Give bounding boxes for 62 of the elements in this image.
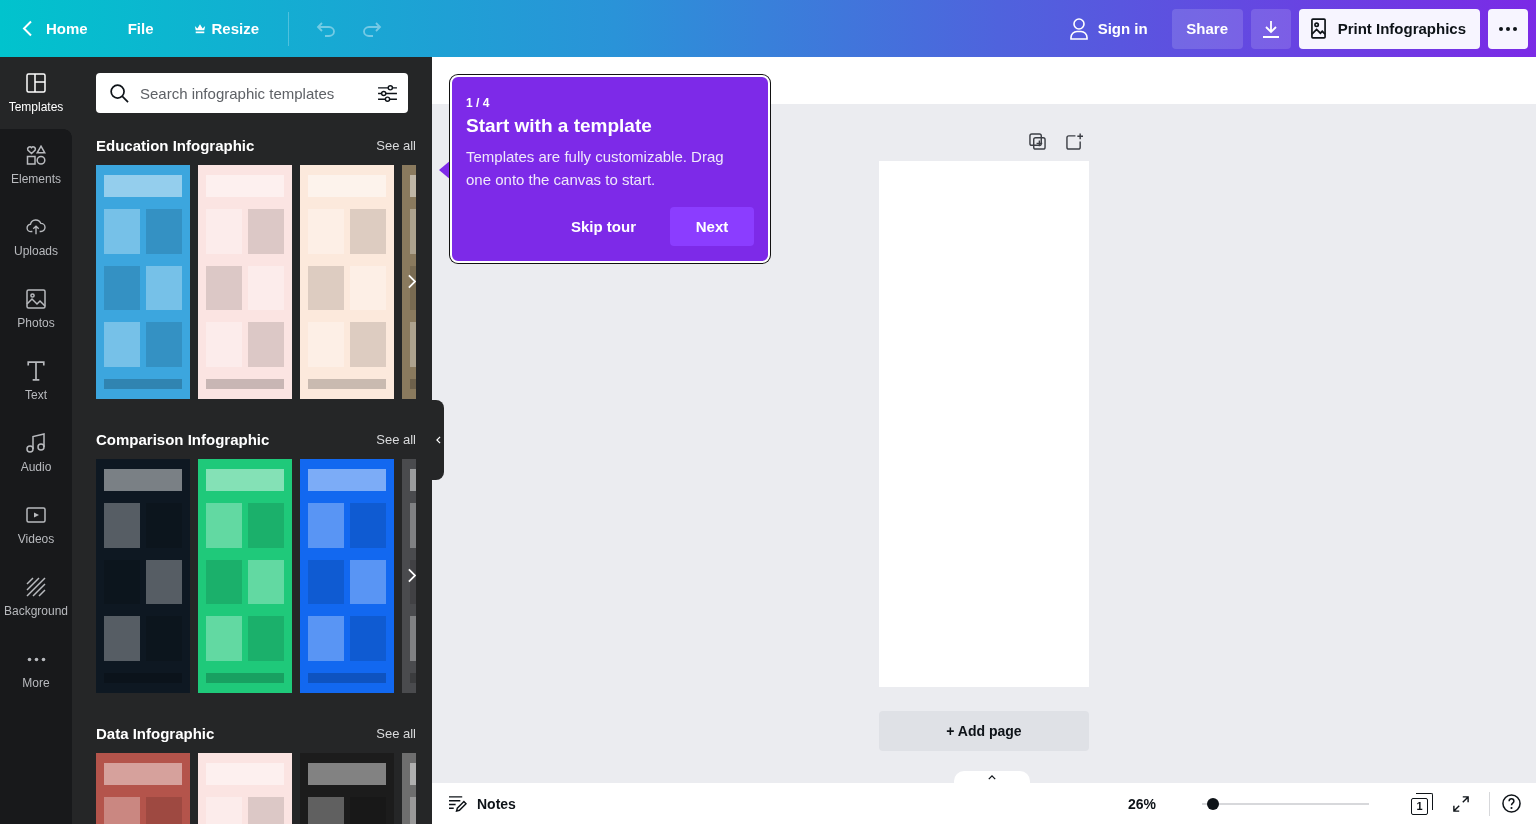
shapes-icon (26, 144, 46, 165)
slider-thumb[interactable] (1207, 797, 1219, 810)
tour-text: Templates are fully customizable. Drag one onto the canvas to start. (466, 147, 725, 190)
see-all-link[interactable]: See all (376, 431, 416, 447)
duplicate-icon[interactable] (1029, 133, 1046, 150)
section-title: Comparison Infographic (96, 430, 270, 448)
search-icon (110, 83, 129, 103)
share-button[interactable]: Share (1171, 8, 1243, 49)
tour-step: 1 / 4 (466, 95, 754, 111)
more-button[interactable] (1488, 8, 1528, 49)
add-page-button[interactable]: + Add page (879, 711, 1089, 751)
sidebar-item[interactable]: More (0, 633, 72, 705)
text-icon (26, 360, 46, 381)
see-all-link[interactable]: See all (376, 725, 416, 741)
stripes-icon (26, 576, 46, 597)
sidebar-item[interactable]: Text (0, 345, 72, 417)
download-icon (1261, 19, 1280, 38)
tour-title: Start with a template (466, 114, 653, 138)
sign-in-button[interactable]: Sign in (1057, 8, 1160, 49)
chevron-right-icon[interactable] (408, 568, 416, 583)
notes-icon (448, 795, 467, 812)
search-input[interactable]: Search infographic templates (140, 81, 367, 105)
image-icon (1310, 18, 1326, 39)
fullscreen-icon[interactable] (1453, 795, 1469, 812)
more-icon (1499, 26, 1517, 31)
see-all-link[interactable]: See all (376, 137, 416, 153)
music-note-icon (26, 432, 46, 453)
section-title: Education Infographic (96, 136, 255, 154)
chevron-left-icon (22, 20, 32, 37)
image-icon (26, 288, 46, 309)
panel-collapse-handle[interactable] (432, 400, 444, 480)
layout-icon (26, 72, 46, 93)
print-button[interactable]: Print Infographics (1298, 8, 1480, 49)
sidebar-item[interactable]: Photos (0, 273, 72, 345)
search-field[interactable]: Search infographic templates (96, 73, 408, 113)
more-icon (26, 656, 46, 662)
skip-tour-button[interactable]: Skip tour (555, 207, 652, 246)
sidebar-item[interactable]: Videos (0, 489, 72, 561)
caret-up-icon (988, 774, 996, 780)
sidebar-item[interactable]: Uploads (0, 201, 72, 273)
sidebar-item[interactable]: Background (0, 561, 72, 633)
notes-button[interactable]: Notes (448, 787, 516, 820)
crown-icon (193, 23, 206, 34)
zoom-reading: 26% (1126, 795, 1156, 812)
download-button[interactable] (1250, 8, 1291, 49)
sidebar-item[interactable]: Templates (0, 57, 72, 129)
next-button[interactable]: Next (670, 207, 754, 246)
zoom-slider[interactable] (1202, 796, 1369, 811)
help-icon[interactable] (1502, 794, 1521, 813)
template-preview-drawing[interactable] (96, 459, 190, 693)
template-preview-drawing[interactable] (300, 459, 394, 693)
add-page-icon[interactable] (1066, 133, 1083, 150)
filter-sliders-icon[interactable] (378, 84, 397, 102)
video-icon (26, 504, 46, 525)
pages-toggle-button[interactable] (954, 771, 1030, 783)
sidebar-item[interactable]: Elements (0, 129, 72, 201)
chevron-left-icon (435, 436, 441, 444)
person-icon (1069, 17, 1088, 40)
chevron-right-icon[interactable] (408, 274, 416, 289)
cloud-upload-icon (26, 216, 46, 237)
sidebar-item[interactable]: Audio (0, 417, 72, 489)
section-title: Data Infographic (96, 724, 215, 742)
